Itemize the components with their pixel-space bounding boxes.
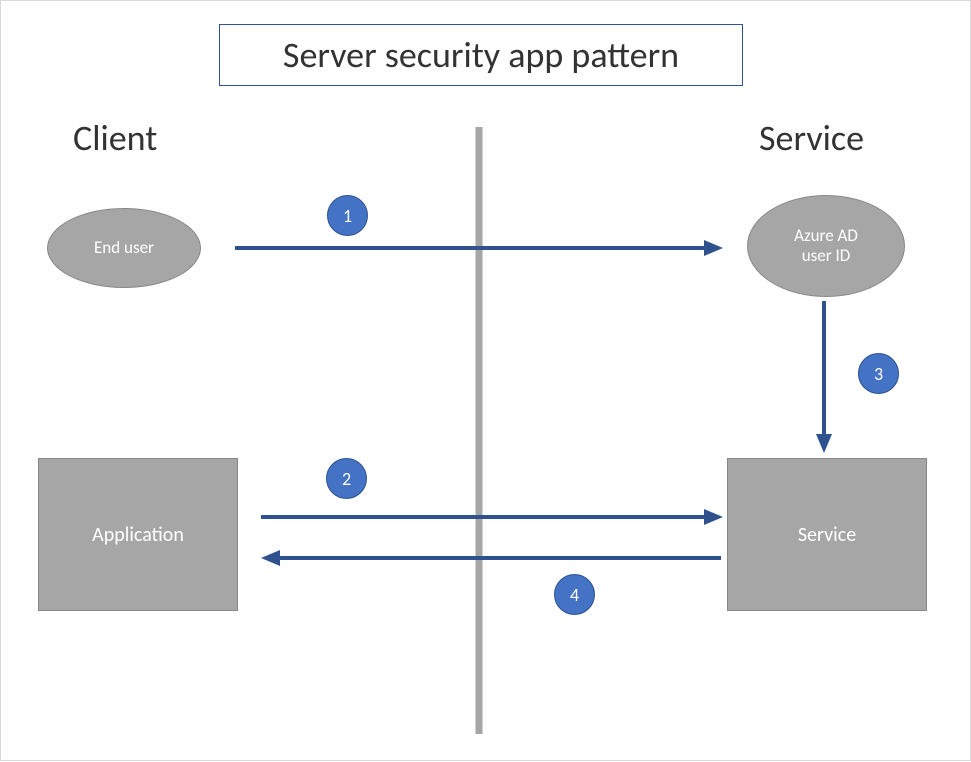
step-badge-2: 2 <box>326 458 367 499</box>
step-badge-2-label: 2 <box>342 468 351 490</box>
step-badge-3-label: 3 <box>874 363 883 385</box>
node-service: Service <box>727 458 927 611</box>
step-badge-4: 4 <box>554 574 595 615</box>
step-badge-3: 3 <box>858 353 899 394</box>
node-end-user: End user <box>47 208 201 288</box>
diagram-canvas: Server security app pattern Client Servi… <box>0 0 971 761</box>
step-badge-1-label: 1 <box>343 205 352 227</box>
diagram-title-box: Server security app pattern <box>219 24 743 86</box>
node-end-user-label: End user <box>94 238 154 258</box>
node-azure-ad-label: Azure AD user ID <box>794 226 858 265</box>
step-badge-4-label: 4 <box>570 584 579 606</box>
arrow-2-head <box>704 509 723 525</box>
node-application-label: Application <box>92 523 184 547</box>
heading-service: Service <box>759 116 864 160</box>
heading-client: Client <box>73 116 157 160</box>
arrow-4-head <box>261 550 280 566</box>
step-badge-1: 1 <box>327 195 368 236</box>
node-service-label: Service <box>798 523 856 547</box>
arrow-1-head <box>704 240 723 256</box>
arrow-3-head <box>816 434 832 453</box>
node-application: Application <box>38 458 238 611</box>
node-azure-ad: Azure AD user ID <box>747 195 905 297</box>
diagram-title: Server security app pattern <box>283 33 679 77</box>
